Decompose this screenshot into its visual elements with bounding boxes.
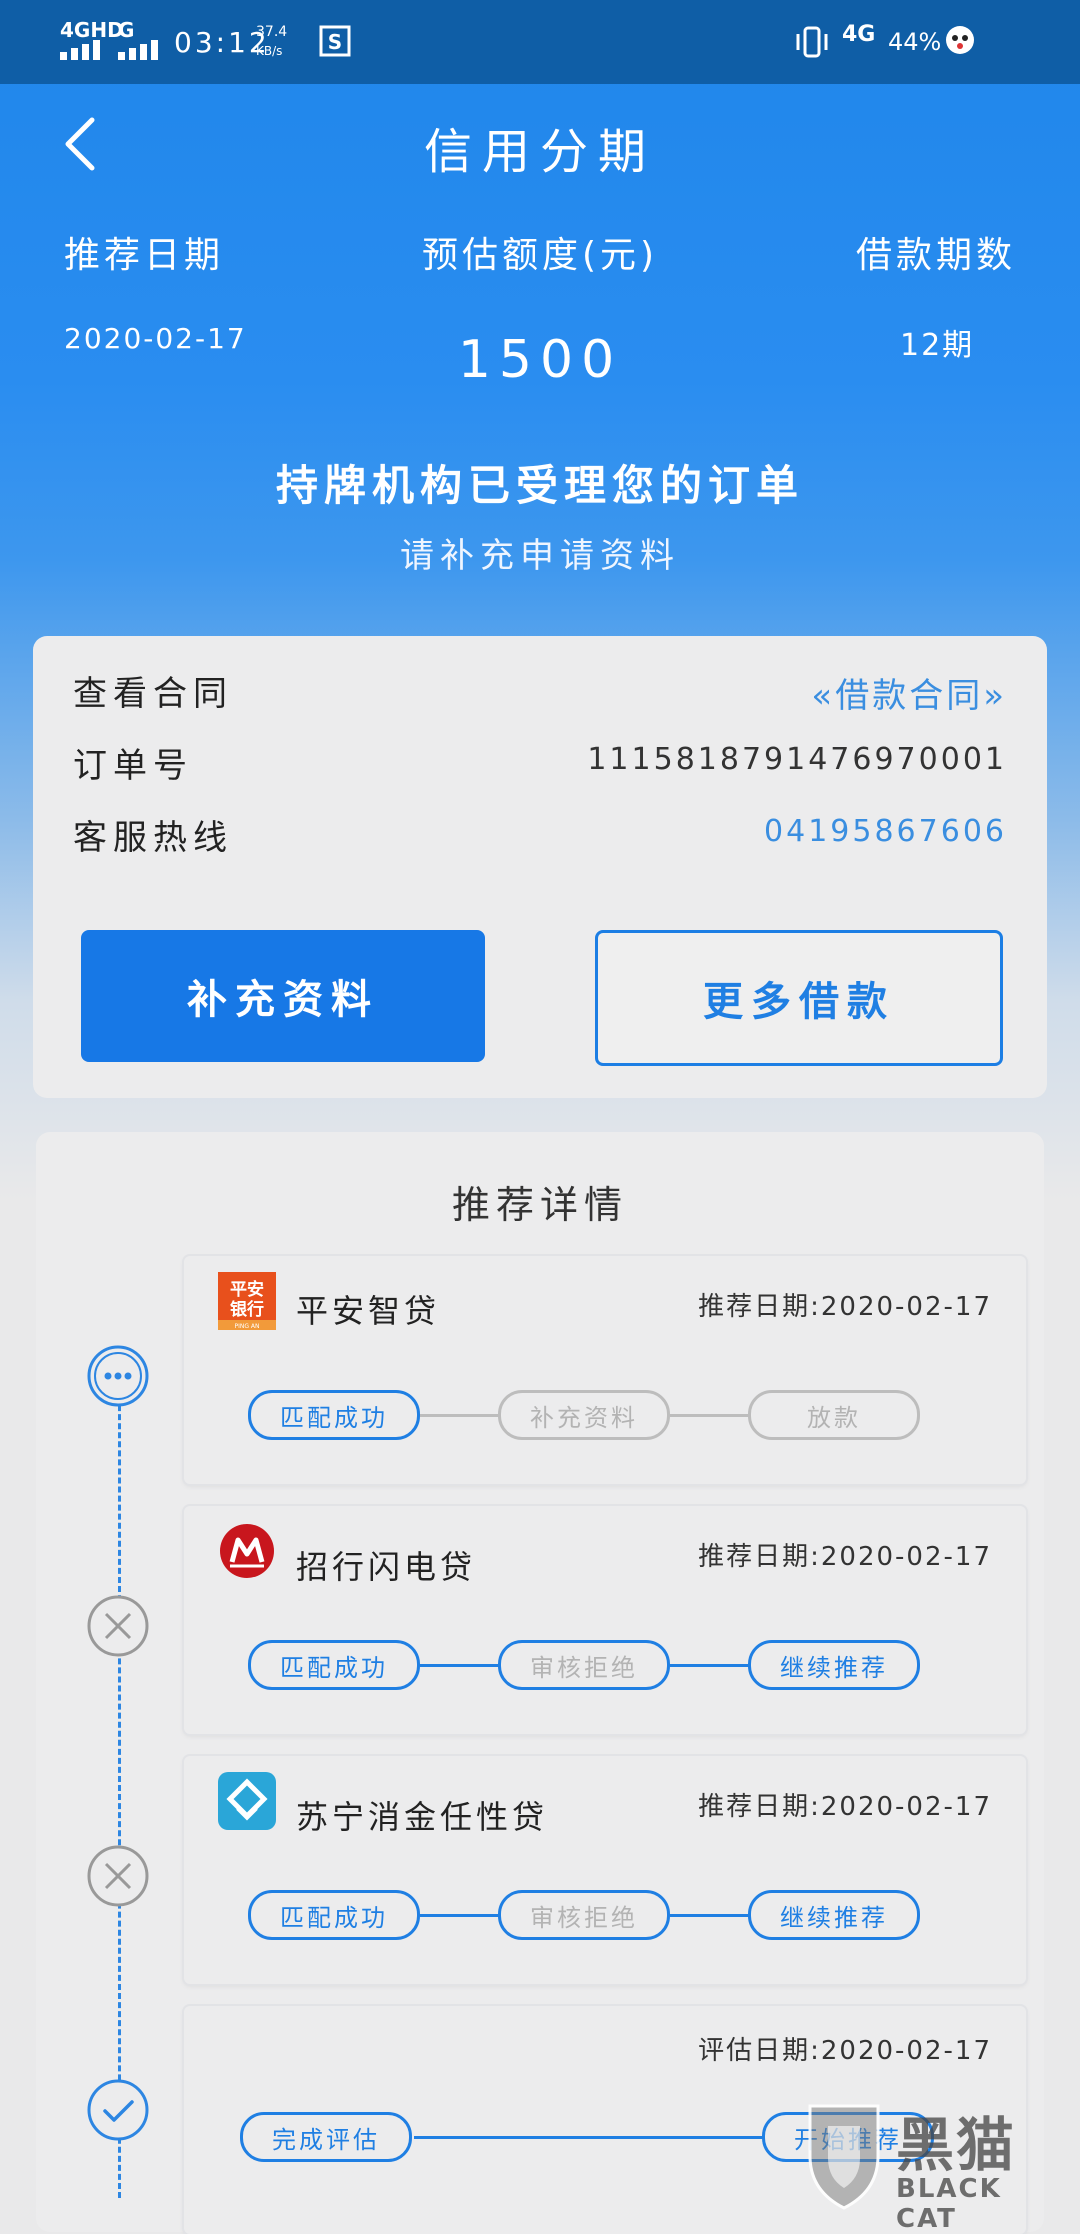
signal-icon-2 (118, 40, 158, 60)
network-label-3: 4G (842, 22, 876, 47)
contract-link[interactable]: «借款合同» (811, 668, 1007, 717)
network-label-1: 4GHD (60, 18, 124, 42)
lender-date: 推荐日期:2020-02-17 (698, 1792, 992, 1822)
status-bar: 4GHD G 03:12 37.4 KB/s S 4G 44% (0, 0, 1080, 84)
recommend-title: 推荐详情 (451, 1183, 628, 1227)
step-matched: 匹配成功 (248, 1390, 420, 1440)
lender-name: 苏宁消金任性贷 (296, 1798, 549, 1836)
step-evaluated: 完成评估 (240, 2112, 412, 2162)
signal-icon-1 (60, 40, 100, 60)
lender-name: 平安智贷 (296, 1292, 441, 1330)
step-connector (420, 1664, 504, 1667)
step-connector (420, 1914, 504, 1917)
lender-card-cmb[interactable]: 招行闪电贷 推荐日期:2020-02-17 匹配成功 审核拒绝 继续推荐 (184, 1506, 1026, 1734)
supplement-info-button[interactable]: 补充资料 (81, 930, 485, 1062)
hotline-value[interactable]: 04195867606 (764, 814, 1007, 849)
step-supplement: 补充资料 (498, 1390, 670, 1440)
cmb-bank-logo (220, 1524, 274, 1578)
completed-check-icon (87, 2079, 149, 2141)
step-matched: 匹配成功 (248, 1890, 420, 1940)
lender-name: 招行闪电贷 (296, 1548, 477, 1586)
hotline-label: 客服热线 (73, 818, 233, 858)
order-card: 查看合同 «借款合同» 订单号 1115818791476970001 客服热线… (33, 636, 1047, 1098)
pending-dots-icon (87, 1345, 149, 1407)
lender-date: 推荐日期:2020-02-17 (698, 1292, 992, 1322)
step-connector (670, 1664, 754, 1667)
step-connector (420, 1414, 504, 1417)
periods-value: 12期 (900, 328, 975, 363)
lender-card-suning[interactable]: 苏宁消金任性贷 推荐日期:2020-02-17 匹配成功 审核拒绝 继续推荐 (184, 1756, 1026, 1984)
periods-label: 借款期数 (855, 235, 1016, 276)
black-cat-watermark: 黑猫 BLACK CAT (800, 2096, 1062, 2234)
vibrate-icon (796, 26, 828, 58)
more-loans-button[interactable]: 更多借款 (595, 930, 1003, 1066)
avatar-icon (946, 26, 974, 54)
rejected-x-icon (87, 1595, 149, 1657)
step-connector (670, 1414, 754, 1417)
lender-card-pingan[interactable]: 平安 银行 PING AN 平安智贷 推荐日期:2020-02-17 匹配成功 … (184, 1256, 1026, 1484)
step-connector (414, 2136, 770, 2139)
net-speed-unit: KB/s (256, 44, 283, 58)
logo-text-top: 平安 (230, 1279, 264, 1300)
step-matched: 匹配成功 (248, 1640, 420, 1690)
rejected-x-icon (87, 1845, 149, 1907)
logo-subtext: PING AN (234, 1323, 259, 1330)
continue-recommend-button[interactable]: 继续推荐 (748, 1640, 920, 1690)
order-number-label: 订单号 (73, 746, 193, 786)
step-connector (670, 1914, 754, 1917)
step-rejected: 审核拒绝 (498, 1890, 670, 1940)
contract-label: 查看合同 (73, 674, 233, 714)
continue-recommend-button[interactable]: 继续推荐 (748, 1890, 920, 1940)
status-submessage: 请补充申请资料 (400, 536, 680, 576)
logo-text-bottom: 银行 (230, 1299, 264, 1320)
recommend-card: 推荐详情 平安 银行 PING AN 平安智贷 推荐日期:2020-02-17 … (36, 1132, 1044, 2234)
screenshot-icon: S (319, 25, 351, 57)
order-number-value: 1115818791476970001 (587, 742, 1007, 777)
status-message: 持牌机构已受理您的订单 (275, 461, 804, 510)
pingan-bank-logo: 平安 银行 PING AN (218, 1272, 276, 1330)
step-disburse: 放款 (748, 1390, 920, 1440)
step-rejected: 审核拒绝 (498, 1640, 670, 1690)
svg-text:S: S (328, 30, 342, 54)
page-title: 信用分期 (423, 124, 656, 180)
watermark-cn: 黑猫 (896, 2111, 1017, 2179)
lender-date: 推荐日期:2020-02-17 (698, 1542, 992, 1572)
watermark-en: BLACK CAT (896, 2174, 1002, 2234)
net-speed: 37.4 (256, 24, 288, 40)
timeline-line (118, 1378, 121, 2198)
suning-finance-logo (218, 1772, 276, 1830)
battery-level: 44% (888, 28, 942, 56)
network-label-2: G (118, 18, 135, 42)
evaluation-date: 评估日期:2020-02-17 (698, 2036, 992, 2066)
